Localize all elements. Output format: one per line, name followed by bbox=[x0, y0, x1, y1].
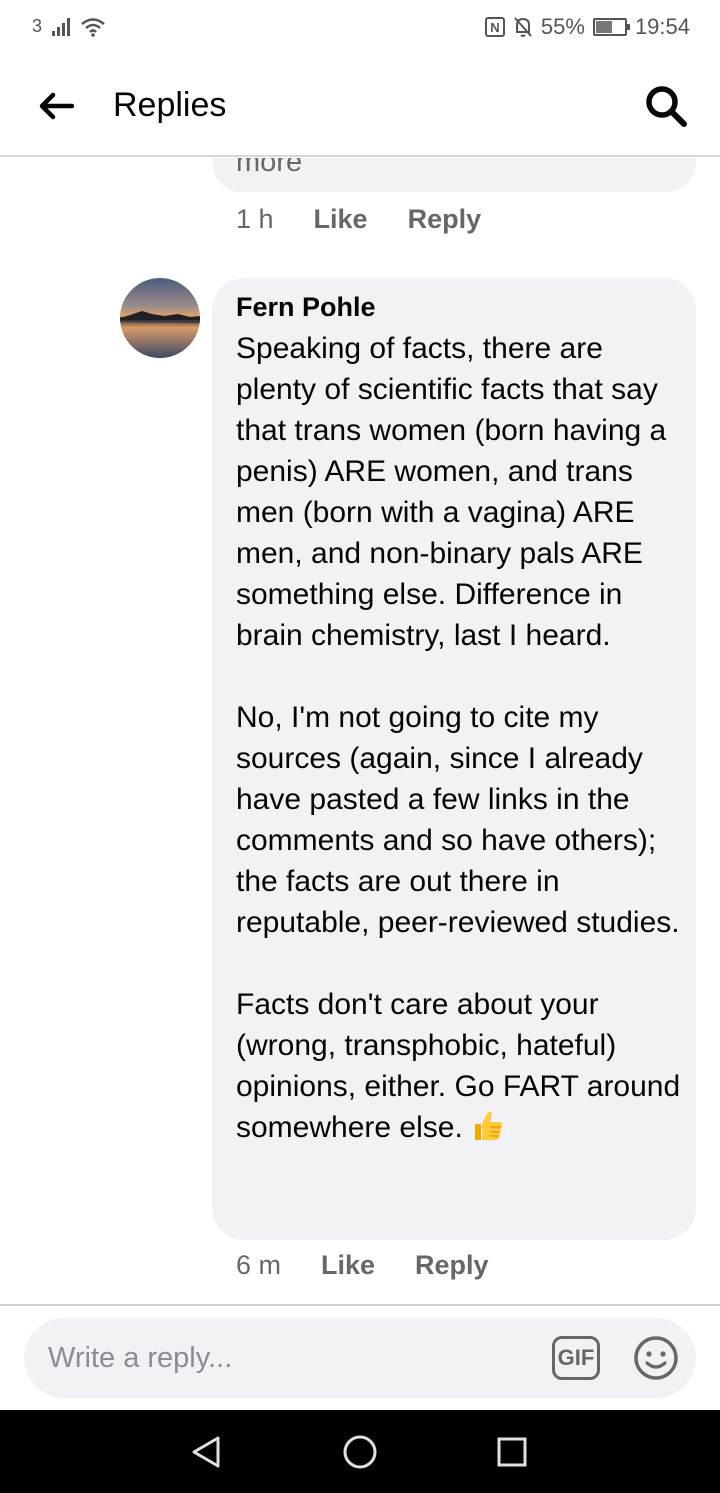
battery-percent: 55% bbox=[540, 14, 585, 39]
divider bbox=[0, 1304, 720, 1306]
reply-input[interactable] bbox=[48, 1338, 528, 1378]
nav-home-icon bbox=[343, 1435, 377, 1469]
comment-author[interactable]: Fern Pohle bbox=[236, 292, 376, 323]
system-nav-bar bbox=[0, 1410, 720, 1493]
nfc-icon: N bbox=[484, 17, 505, 37]
comment-paragraph: Facts don't care about your (wrong, tran… bbox=[236, 984, 688, 1148]
battery-icon bbox=[592, 18, 630, 36]
smiley-icon bbox=[634, 1336, 678, 1380]
sim-label: 3 bbox=[32, 16, 43, 36]
page-title: Replies bbox=[113, 86, 227, 124]
reply-button[interactable]: Reply bbox=[415, 1250, 489, 1281]
avatar-landscape-image bbox=[120, 278, 200, 358]
search-button[interactable] bbox=[640, 80, 692, 132]
back-button[interactable] bbox=[30, 84, 82, 128]
clock: 19:54 bbox=[634, 14, 690, 39]
comment-actions: 6 m Like Reply bbox=[236, 1250, 489, 1281]
wifi-icon bbox=[81, 17, 105, 37]
status-bar: 3 N 55% 19:54 bbox=[0, 0, 720, 56]
mute-bell-icon bbox=[514, 17, 532, 37]
avatar[interactable] bbox=[120, 278, 200, 358]
like-button[interactable]: Like bbox=[314, 204, 368, 235]
comment-time: 6 m bbox=[236, 1250, 282, 1280]
emoji-button[interactable] bbox=[630, 1332, 682, 1384]
comment-body: Speaking of facts, there are plenty of s… bbox=[236, 328, 688, 1148]
reply-composer: GIF bbox=[24, 1318, 696, 1398]
nav-back-icon bbox=[192, 1436, 220, 1468]
comment-paragraph: Speaking of facts, there are plenty of s… bbox=[236, 332, 667, 652]
thumbs-up-icon bbox=[474, 1111, 503, 1140]
comment-paragraph-text: Facts don't care about your (wrong, tran… bbox=[236, 988, 681, 1144]
nav-recents-button[interactable] bbox=[490, 1430, 534, 1474]
nav-back-button[interactable] bbox=[184, 1430, 228, 1474]
signal-icon bbox=[52, 17, 71, 36]
status-left: 3 bbox=[32, 16, 106, 37]
comment-paragraph: No, I'm not going to cite my sources (ag… bbox=[236, 701, 680, 939]
nav-home-button[interactable] bbox=[338, 1430, 382, 1474]
like-button[interactable]: Like bbox=[321, 1250, 375, 1281]
arrow-left-icon bbox=[39, 92, 74, 120]
previous-comment-actions: 1 h Like Reply bbox=[236, 204, 481, 235]
search-icon bbox=[646, 86, 687, 127]
gif-button[interactable]: GIF bbox=[552, 1336, 600, 1380]
status-right: N 55% 19:54 bbox=[484, 14, 690, 40]
replies-thread: more 1 h Like Reply Fern Pohle Speaking … bbox=[0, 158, 720, 1304]
comment-time: 1 h bbox=[236, 204, 274, 234]
nav-recents-icon bbox=[497, 1437, 527, 1467]
see-more-link[interactable]: more bbox=[236, 158, 302, 179]
app-header: Replies bbox=[0, 56, 720, 157]
reply-button[interactable]: Reply bbox=[408, 204, 482, 235]
